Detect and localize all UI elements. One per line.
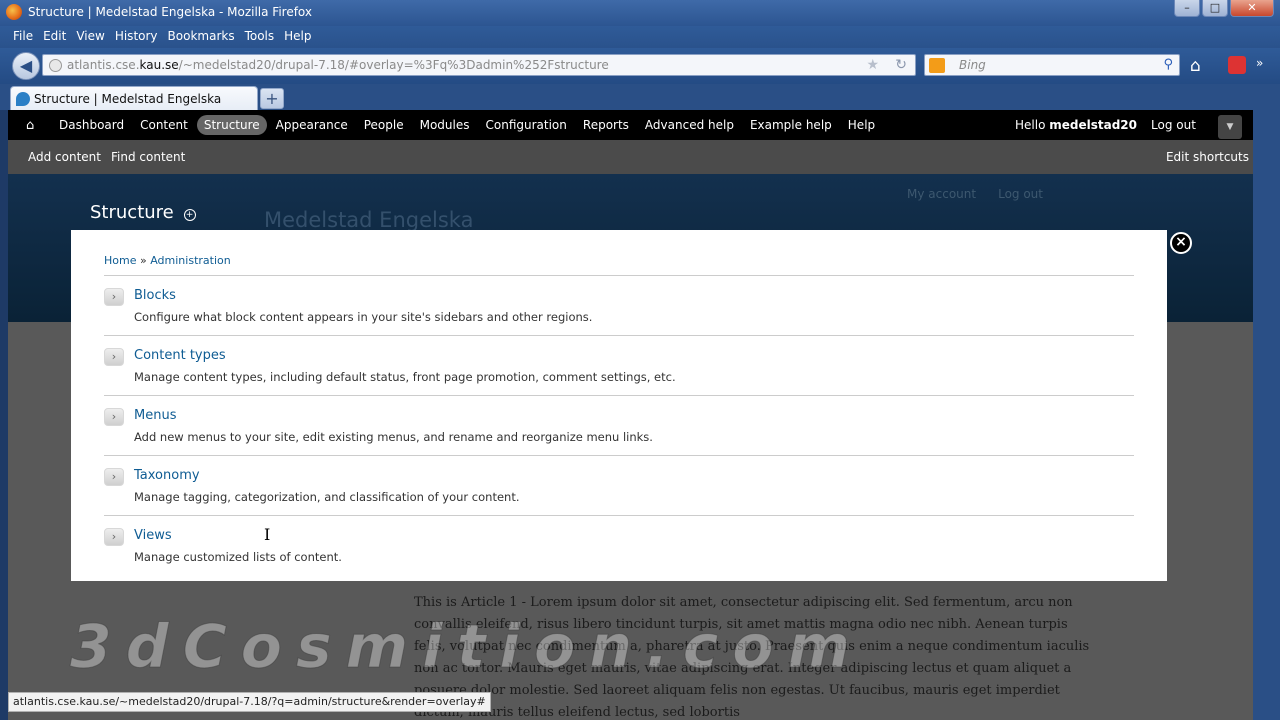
my-account-link[interactable]: My account xyxy=(907,187,976,201)
overflow-chevron-icon[interactable]: » xyxy=(1256,56,1263,70)
text-cursor-icon: I xyxy=(264,525,271,544)
menu-tools[interactable]: Tools xyxy=(240,26,280,48)
toolbar-configuration[interactable]: Configuration xyxy=(479,115,574,135)
breadcrumb: Home » Administration xyxy=(104,254,231,267)
window-edge xyxy=(1253,110,1280,720)
edit-shortcuts-link[interactable]: Edit shortcuts xyxy=(1166,150,1249,164)
url-domain: kau.se xyxy=(139,58,179,72)
admin-list: › Blocks Configure what block content ap… xyxy=(104,276,1134,576)
hello-label: Hello xyxy=(1015,118,1050,132)
url-text: atlantis.cse.kau.se/~medelstad20/drupal-… xyxy=(67,58,609,72)
site-identity-icon[interactable] xyxy=(49,59,62,72)
user-greeting: Hello medelstad20 xyxy=(1015,118,1137,132)
breadcrumb-home[interactable]: Home xyxy=(104,254,136,267)
shortcuts-bar: Add content Find content Edit shortcuts xyxy=(8,140,1253,174)
menu-view[interactable]: View xyxy=(71,26,109,48)
toolbar-structure[interactable]: Structure xyxy=(196,115,267,135)
menu-bookmarks[interactable]: Bookmarks xyxy=(163,26,240,48)
add-shortcut-icon[interactable]: + xyxy=(183,208,196,221)
chevron-right-icon[interactable]: › xyxy=(104,288,124,306)
admin-item-title[interactable]: Blocks xyxy=(134,288,176,303)
shortcuts-toggle-icon[interactable]: ▼ xyxy=(1218,115,1242,139)
search-placeholder: Bing xyxy=(959,58,986,72)
navigation-bar: ◀ atlantis.cse.kau.se/~medelstad20/drupa… xyxy=(0,48,1280,84)
menu-help[interactable]: Help xyxy=(279,26,316,48)
url-path: /~medelstad20/drupal-7.18/#overlay=%3Fq%… xyxy=(178,58,609,72)
article-teaser: This is Article 1 - Lorem ipsum dolor si… xyxy=(414,595,1090,720)
toolbar-menu: Dashboard Content Structure Appearance P… xyxy=(52,110,884,140)
toolbar-logout-link[interactable]: Log out xyxy=(1151,118,1196,132)
toolbar-appearance[interactable]: Appearance xyxy=(269,115,355,135)
page-title: Structure xyxy=(90,202,174,223)
toolbar-people[interactable]: People xyxy=(357,115,411,135)
secondary-menu: My account Log out xyxy=(907,187,1043,201)
admin-item-views: › Views Manage customized lists of conte… xyxy=(104,516,1134,576)
chevron-right-icon[interactable]: › xyxy=(104,348,124,366)
breadcrumb-separator: » xyxy=(136,254,151,267)
toolbar-reports[interactable]: Reports xyxy=(576,115,636,135)
tab-bar: Structure | Medelstad Engelska + xyxy=(0,84,1280,110)
bing-engine-icon[interactable] xyxy=(929,58,945,73)
admin-overlay: Home » Administration › Blocks Configure… xyxy=(71,230,1167,581)
chevron-right-icon[interactable]: › xyxy=(104,408,124,426)
breadcrumb-administration[interactable]: Administration xyxy=(150,254,231,267)
shortcut-find-content[interactable]: Find content xyxy=(111,150,185,164)
menu-file[interactable]: File xyxy=(8,26,38,48)
site-name[interactable]: Medelstad Engelska xyxy=(264,208,473,232)
toolbar-home-icon[interactable]: ⌂ xyxy=(26,118,34,133)
url-prefix: atlantis.cse. xyxy=(67,58,140,72)
admin-item-description: Manage customized lists of content. xyxy=(134,550,342,564)
address-bar[interactable]: atlantis.cse.kau.se/~medelstad20/drupal-… xyxy=(42,54,916,76)
window-controls: – □ ✕ xyxy=(1174,0,1274,17)
home-icon[interactable]: ⌂ xyxy=(1190,56,1201,76)
admin-item-description: Manage content types, including default … xyxy=(134,370,676,384)
admin-item-description: Manage tagging, categorization, and clas… xyxy=(134,490,520,504)
admin-item-content-types: › Content types Manage content types, in… xyxy=(104,336,1134,396)
back-button[interactable]: ◀ xyxy=(12,52,40,80)
reload-icon[interactable]: ↻ xyxy=(895,57,907,73)
drupal-favicon-icon xyxy=(16,92,30,106)
chevron-right-icon[interactable]: › xyxy=(104,528,124,546)
admin-item-taxonomy: › Taxonomy Manage tagging, categorizatio… xyxy=(104,456,1134,516)
toolbar-content[interactable]: Content xyxy=(133,115,195,135)
firefox-icon xyxy=(6,4,22,20)
admin-item-title[interactable]: Taxonomy xyxy=(134,468,200,483)
admin-item-title[interactable]: Content types xyxy=(134,348,226,363)
admin-item-description: Add new menus to your site, edit existin… xyxy=(134,430,653,444)
overlay-close-icon[interactable]: × xyxy=(1170,232,1192,254)
admin-toolbar: ⌂ Dashboard Content Structure Appearance… xyxy=(8,110,1253,140)
bookmark-star-icon[interactable]: ★ xyxy=(866,57,879,73)
tab-structure[interactable]: Structure | Medelstad Engelska xyxy=(10,86,258,110)
admin-item-description: Configure what block content appears in … xyxy=(134,310,593,324)
search-icon[interactable]: ⚲ xyxy=(1163,57,1173,72)
page-viewport: ⌂ Dashboard Content Structure Appearance… xyxy=(8,110,1253,720)
toolbar-advanced-help[interactable]: Advanced help xyxy=(638,115,741,135)
admin-item-title[interactable]: Views xyxy=(134,528,172,543)
toolbar-help[interactable]: Help xyxy=(841,115,882,135)
shortcut-add-content[interactable]: Add content xyxy=(28,150,101,164)
chevron-right-icon[interactable]: › xyxy=(104,468,124,486)
overlay-title-bar: Structure + xyxy=(90,202,196,223)
menu-bar: File Edit View History Bookmarks Tools H… xyxy=(0,26,1280,48)
status-bar: atlantis.cse.kau.se/~medelstad20/drupal-… xyxy=(8,692,491,712)
admin-item-blocks: › Blocks Configure what block content ap… xyxy=(104,276,1134,336)
tab-title: Structure | Medelstad Engelska xyxy=(34,92,222,106)
new-tab-button[interactable]: + xyxy=(260,88,284,109)
menu-edit[interactable]: Edit xyxy=(38,26,71,48)
close-window-button[interactable]: ✕ xyxy=(1230,0,1274,17)
toolbar-dashboard[interactable]: Dashboard xyxy=(52,115,131,135)
menu-history[interactable]: History xyxy=(110,26,163,48)
minimize-button[interactable]: – xyxy=(1174,0,1200,17)
search-bar[interactable]: Bing ⚲ xyxy=(924,54,1180,76)
addon-icon[interactable] xyxy=(1228,56,1246,74)
window-titlebar: Structure | Medelstad Engelska - Mozilla… xyxy=(0,0,1280,26)
maximize-button[interactable]: □ xyxy=(1202,0,1228,17)
admin-item-menus: › Menus Add new menus to your site, edit… xyxy=(104,396,1134,456)
toolbar-example-help[interactable]: Example help xyxy=(743,115,839,135)
username-link[interactable]: medelstad20 xyxy=(1049,118,1137,132)
window-title: Structure | Medelstad Engelska - Mozilla… xyxy=(28,5,313,19)
admin-item-title[interactable]: Menus xyxy=(134,408,176,423)
toolbar-modules[interactable]: Modules xyxy=(413,115,477,135)
site-logout-link[interactable]: Log out xyxy=(998,187,1043,201)
